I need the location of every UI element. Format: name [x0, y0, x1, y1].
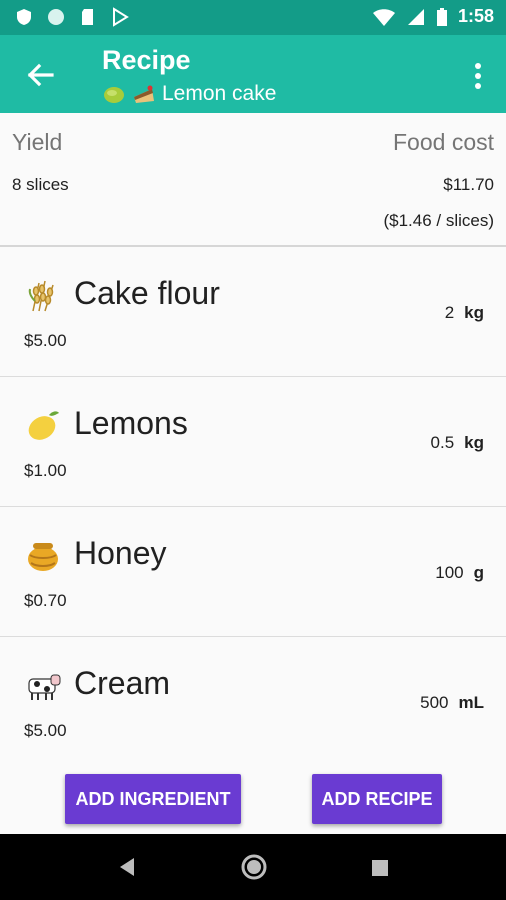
yield-label: Yield	[12, 129, 63, 155]
page-title: Recipe	[102, 45, 191, 75]
status-bar: 1:58	[0, 0, 506, 35]
cow-icon	[28, 674, 61, 700]
nav-back-icon[interactable]	[116, 854, 138, 880]
ingredient-quantity: 500 mL	[420, 693, 484, 713]
ingredient-row-lemons[interactable]: Lemons $1.00 0.5 kg	[0, 377, 506, 507]
signal-icon	[407, 8, 424, 25]
battery-icon	[436, 7, 447, 26]
quantity-unit: kg	[464, 303, 484, 322]
wheat-icon	[28, 280, 54, 312]
action-bar: ADD INGREDIENT ADD RECIPE	[0, 766, 506, 834]
shield-icon	[17, 9, 31, 25]
ingredient-name: Lemons	[74, 405, 188, 441]
honey-pot-icon	[28, 543, 58, 571]
play-store-icon	[113, 7, 129, 27]
ingredient-name: Cake flour	[74, 275, 220, 311]
add-recipe-button[interactable]: ADD RECIPE	[312, 774, 442, 824]
ingredient-quantity: 2 kg	[445, 303, 484, 323]
food-cost-label: Food cost	[393, 129, 494, 155]
ingredient-price: $1.00	[24, 461, 67, 480]
ingredient-quantity: 0.5 kg	[431, 433, 484, 453]
cake-icon	[134, 85, 154, 103]
nav-home-icon[interactable]	[240, 853, 268, 881]
lemon-icon	[28, 411, 59, 440]
sd-card-icon	[82, 9, 93, 25]
clock: 1:58	[457, 6, 494, 26]
nav-recents-icon[interactable]	[370, 858, 390, 878]
ingredient-row-honey[interactable]: Honey $0.70 100 g	[0, 507, 506, 637]
circle-icon	[48, 9, 64, 25]
ingredient-price: $0.70	[24, 591, 67, 610]
back-arrow-icon[interactable]	[22, 57, 58, 93]
recipe-subtitle: Lemon cake	[102, 82, 276, 106]
ingredient-name: Cream	[74, 665, 171, 701]
ingredient-row-cake-flour[interactable]: Cake flour $5.00 2 kg	[0, 247, 506, 377]
ingredient-quantity: 100 g	[435, 563, 484, 583]
ingredient-price: $5.00	[24, 331, 67, 350]
overflow-menu-icon[interactable]	[468, 59, 488, 93]
ingredient-row-cream[interactable]: Cream $5.00 500 mL	[0, 637, 506, 767]
wifi-icon	[372, 8, 395, 26]
cost-per-unit: ($1.46 / slices)	[383, 211, 494, 230]
quantity-value: 2	[444, 303, 455, 322]
lime-icon	[104, 87, 124, 103]
ingredient-price: $5.00	[24, 721, 67, 740]
ingredient-name: Honey	[74, 535, 167, 571]
system-nav-bar	[0, 834, 506, 900]
quantity-value: 100	[435, 563, 464, 582]
recipe-name: Lemon cake	[162, 82, 277, 105]
food-cost-value: $11.70	[443, 175, 494, 194]
add-ingredient-button[interactable]: ADD INGREDIENT	[65, 774, 241, 824]
quantity-unit: kg	[464, 433, 484, 452]
ingredient-list: Cake flour $5.00 2 kg Lemons $1.00 0.5 k…	[0, 247, 506, 767]
quantity-value: 0.5	[430, 433, 455, 452]
recipe-summary: Yield Food cost 8 slices $11.70 ($1.46 /…	[0, 113, 506, 246]
quantity-value: 500	[420, 693, 449, 712]
yield-value: 8 slices	[12, 175, 69, 194]
quantity-unit: mL	[458, 693, 485, 712]
quantity-unit: g	[473, 563, 484, 582]
app-bar: Recipe Lemon cake	[0, 35, 506, 113]
